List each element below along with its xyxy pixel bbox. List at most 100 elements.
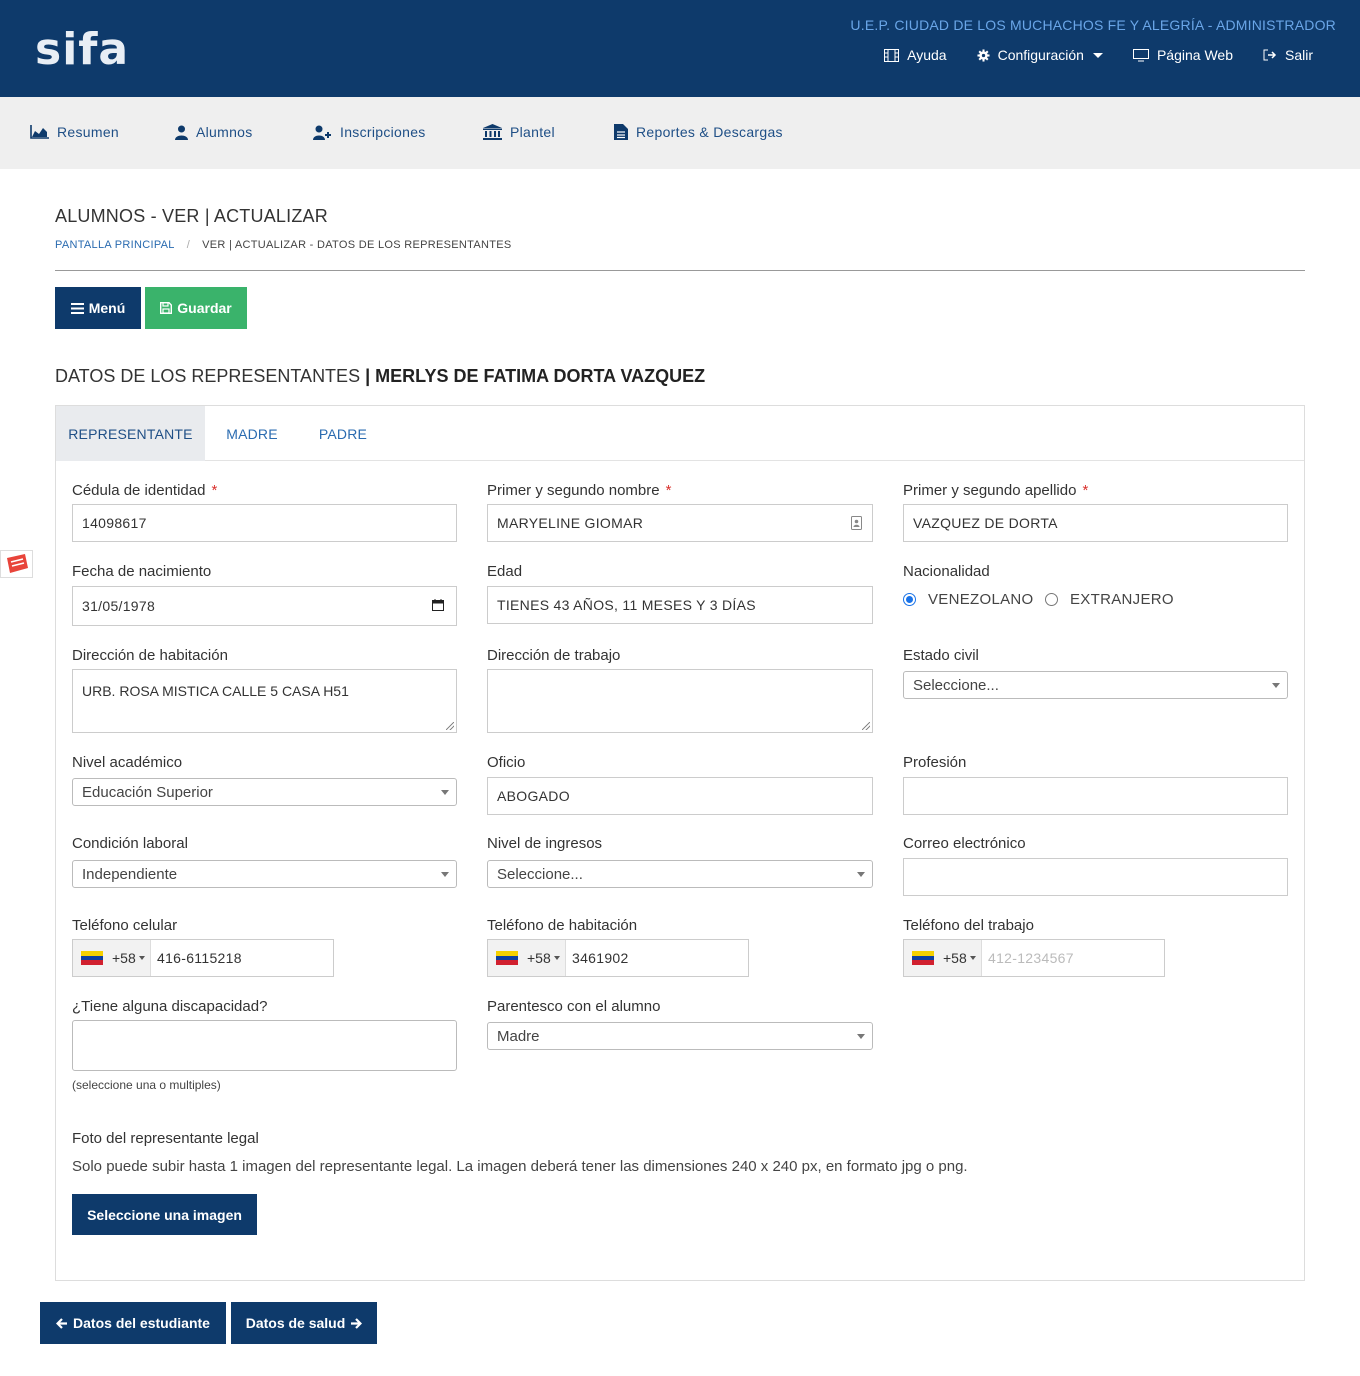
top-nav: Ayuda Configuración Página Web Salir xyxy=(854,45,1313,65)
tab-mother[interactable]: MADRE xyxy=(205,406,299,461)
civil-status-value: Seleccione... xyxy=(913,676,999,694)
chevron-down-icon xyxy=(969,956,976,960)
last-name-input[interactable]: VAZQUEZ DE DORTA xyxy=(903,504,1288,542)
income-level-label: Nivel de ingresos xyxy=(487,835,603,852)
breadcrumb: PANTALLA PRINCIPAL / VER | ACTUALIZAR - … xyxy=(55,239,512,251)
email-input[interactable] xyxy=(903,858,1288,896)
logout-label: Salir xyxy=(1284,47,1313,63)
resize-handle[interactable] xyxy=(862,722,870,730)
nav-enrollments[interactable]: Inscripciones xyxy=(313,124,426,140)
menu-button[interactable]: Menú xyxy=(55,287,141,329)
first-name-label: Primer y segundo nombre * xyxy=(487,482,672,499)
first-name-value: MARYELINE GIOMAR xyxy=(497,515,644,531)
divider xyxy=(55,270,1305,271)
app-logo[interactable]: sifa xyxy=(35,24,129,75)
prev-button-label: Datos del estudiante xyxy=(73,1315,210,1331)
bars-icon xyxy=(70,302,84,314)
disability-multiselect[interactable] xyxy=(72,1020,457,1071)
save-button[interactable]: Guardar xyxy=(145,287,247,329)
radio-unchecked-icon xyxy=(1045,593,1058,606)
venezuela-flag-icon xyxy=(496,951,518,966)
work-address-textarea[interactable] xyxy=(487,669,873,733)
profession-input[interactable] xyxy=(903,777,1288,815)
work-phone-placeholder: 412-1234567 xyxy=(988,950,1074,966)
age-field: TIENES 43 AÑOS, 11 MESES Y 3 DÍAS xyxy=(487,586,873,624)
cell-phone-input[interactable]: +58 416-6115218 xyxy=(72,939,334,977)
chevron-down-icon xyxy=(857,872,865,877)
country-code: +58 xyxy=(527,950,551,966)
nav-summary[interactable]: Resumen xyxy=(30,124,119,140)
tabs: REPRESENTANTE MADRE PADRE xyxy=(56,406,1304,461)
nationality-extranjero-radio[interactable]: EXTRANJERO xyxy=(1045,591,1174,608)
first-name-input[interactable]: MARYELINE GIOMAR xyxy=(487,504,873,542)
academic-level-value: Educación Superior xyxy=(82,783,213,801)
nav-students[interactable]: Alumnos xyxy=(175,124,253,140)
occupation-input[interactable]: ABOGADO xyxy=(487,777,873,815)
photo-help-text: Solo puede subir hasta 1 imagen del repr… xyxy=(72,1158,968,1175)
gear-icon xyxy=(977,48,990,62)
breadcrumb-home-link[interactable]: PANTALLA PRINCIPAL xyxy=(55,239,175,251)
nav-enrollments-label: Inscripciones xyxy=(340,124,426,140)
settings-dropdown[interactable]: Configuración xyxy=(977,45,1103,65)
academic-level-label: Nivel académico xyxy=(72,754,183,771)
nav-summary-label: Resumen xyxy=(57,124,120,140)
floppy-disk-icon xyxy=(160,302,173,314)
select-image-button[interactable]: Seleccione una imagen xyxy=(72,1194,257,1235)
income-level-select[interactable]: Seleccione... xyxy=(487,860,873,888)
user-plus-icon xyxy=(313,125,331,140)
area-chart-icon xyxy=(30,125,49,139)
country-code-selector[interactable]: +58 xyxy=(488,940,566,976)
prev-student-data-button[interactable]: Datos del estudiante xyxy=(40,1302,226,1344)
menu-button-label: Menú xyxy=(88,300,126,316)
home-phone-value: 3461902 xyxy=(572,950,629,966)
arrow-right-icon xyxy=(351,1317,363,1329)
civil-status-label: Estado civil xyxy=(903,647,979,664)
help-link[interactable]: Ayuda xyxy=(884,45,947,65)
income-level-value: Seleccione... xyxy=(497,865,583,883)
birth-date-value: 31/05/1978 xyxy=(82,598,156,614)
birth-date-input[interactable]: 31/05/1978 xyxy=(72,586,457,626)
calendar-icon[interactable] xyxy=(432,599,444,611)
civil-status-select[interactable]: Seleccione... xyxy=(903,671,1288,699)
academic-level-select[interactable]: Educación Superior xyxy=(72,778,457,806)
nav-campus[interactable]: Plantel xyxy=(483,124,555,140)
work-condition-select[interactable]: Independiente xyxy=(72,860,457,888)
id-input[interactable]: 14098617 xyxy=(72,504,457,542)
work-phone-input[interactable]: +58 412-1234567 xyxy=(903,939,1165,977)
country-code-selector[interactable]: +58 xyxy=(904,940,982,976)
resize-handle[interactable] xyxy=(446,722,454,730)
chevron-down-icon xyxy=(553,956,560,960)
tab-representative[interactable]: REPRESENTANTE xyxy=(56,406,205,461)
relationship-value: Madre xyxy=(497,1027,540,1045)
nav-reports[interactable]: Reportes & Descargas xyxy=(614,124,783,140)
side-widget[interactable] xyxy=(0,550,33,578)
logout-link[interactable]: Salir xyxy=(1263,45,1313,65)
film-icon xyxy=(884,48,900,62)
sign-out-icon xyxy=(1263,49,1277,61)
chevron-down-icon xyxy=(138,956,145,960)
home-address-label: Dirección de habitación xyxy=(72,647,228,664)
cell-phone-label: Teléfono celular xyxy=(72,917,178,934)
tab-father[interactable]: PADRE xyxy=(299,406,387,461)
chevron-down-icon xyxy=(441,790,449,795)
next-button-label: Datos de salud xyxy=(245,1315,346,1331)
save-button-label: Guardar xyxy=(177,300,232,316)
school-name: U.E.P. CIUDAD DE LOS MUCHACHOS FE Y ALEG… xyxy=(850,17,1336,33)
age-label: Edad xyxy=(487,563,523,580)
nationality-venezolano-radio[interactable]: VENEZOLANO xyxy=(903,591,1034,608)
venezuela-flag-icon xyxy=(912,951,934,966)
home-address-textarea[interactable]: URB. ROSA MISTICA CALLE 5 CASA H51 xyxy=(72,669,457,733)
website-link[interactable]: Página Web xyxy=(1132,45,1233,65)
chevron-down-icon xyxy=(857,1034,865,1039)
arrow-left-icon xyxy=(56,1317,68,1329)
relationship-select[interactable]: Madre xyxy=(487,1022,873,1050)
country-code-selector[interactable]: +58 xyxy=(73,940,151,976)
disability-label: ¿Tiene alguna discapacidad? xyxy=(72,998,268,1015)
home-phone-input[interactable]: +58 3461902 xyxy=(487,939,749,977)
section-title: DATOS DE LOS REPRESENTANTES | MERLYS DE … xyxy=(55,366,705,387)
work-condition-value: Independiente xyxy=(82,865,178,883)
file-text-icon xyxy=(614,124,628,140)
home-address-value: URB. ROSA MISTICA CALLE 5 CASA H51 xyxy=(82,683,349,699)
contact-card-icon xyxy=(851,516,862,530)
next-health-data-button[interactable]: Datos de salud xyxy=(231,1302,377,1344)
